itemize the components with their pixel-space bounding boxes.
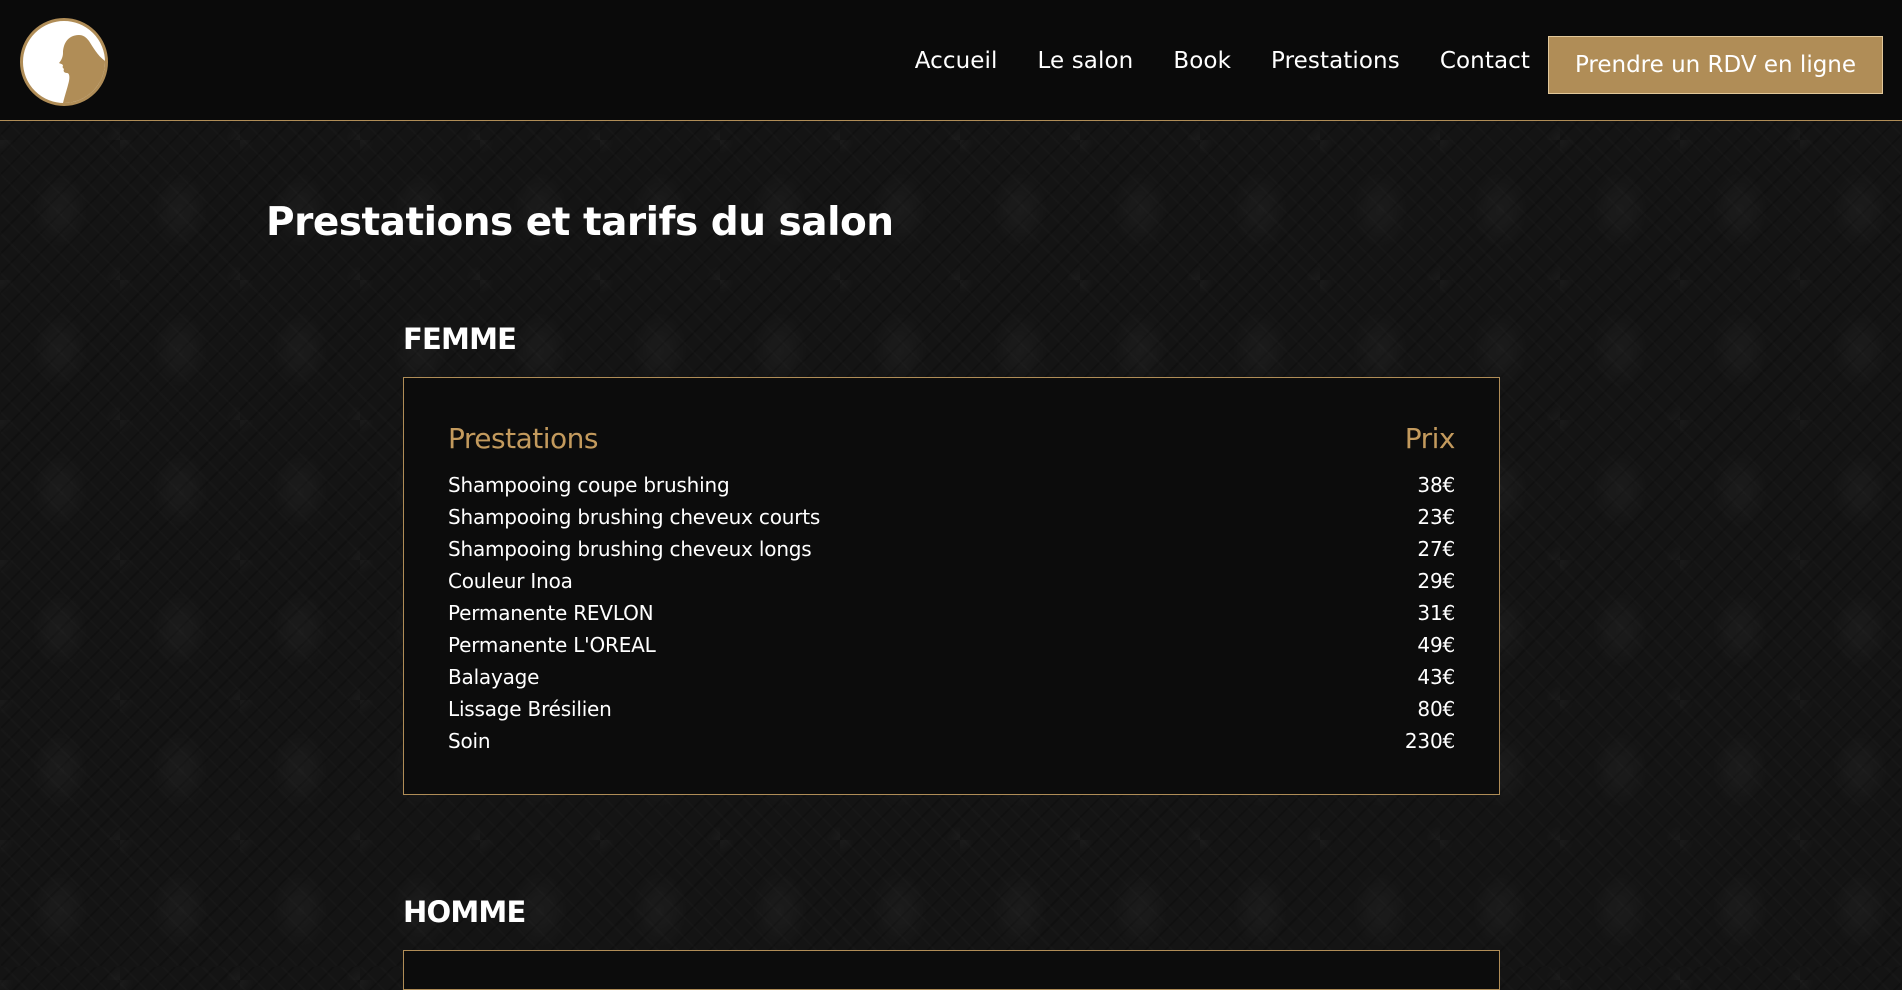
column-header-price: Prix — [1404, 422, 1456, 455]
service-price: 80€ — [1417, 697, 1455, 721]
column-header-service: Prestations — [448, 422, 598, 455]
service-price: 29€ — [1417, 569, 1455, 593]
table-row: Permanente L'OREAL 49€ — [448, 633, 1455, 665]
table-row: Couleur Inoa 29€ — [448, 569, 1455, 601]
table-row: Shampooing brushing cheveux longs 27€ — [448, 537, 1455, 569]
service-name: Lissage Brésilien — [448, 697, 612, 721]
price-list: Shampooing coupe brushing 38€ Shampooing… — [448, 473, 1455, 761]
book-appointment-button[interactable]: Prendre un RDV en ligne — [1548, 36, 1883, 94]
woman-profile-icon — [59, 35, 105, 103]
table-row: Permanente REVLON 31€ — [448, 601, 1455, 633]
nav-link-book[interactable]: Book — [1173, 48, 1231, 74]
service-name: Balayage — [448, 665, 540, 689]
price-table-femme: Prestations Prix Shampooing coupe brushi… — [403, 377, 1500, 795]
service-price: 49€ — [1417, 633, 1455, 657]
price-table-header: Prestations Prix — [448, 422, 1456, 462]
table-row: Lissage Brésilien 80€ — [448, 697, 1455, 729]
service-name: Shampooing brushing cheveux courts — [448, 505, 821, 529]
service-name: Shampooing brushing cheveux longs — [448, 537, 812, 561]
service-name: Permanente REVLON — [448, 601, 654, 625]
service-name: Couleur Inoa — [448, 569, 573, 593]
nav-link-prestations[interactable]: Prestations — [1271, 48, 1400, 74]
main-nav: Accueil Le salon Book Prestations Contac… — [875, 0, 1530, 121]
service-name: Shampooing coupe brushing — [448, 473, 730, 497]
table-row: Shampooing brushing cheveux courts 23€ — [448, 505, 1455, 537]
service-price: 31€ — [1417, 601, 1455, 625]
site-header: Accueil Le salon Book Prestations Contac… — [0, 0, 1902, 121]
nav-link-contact[interactable]: Contact — [1440, 48, 1530, 74]
table-row: Soin 230€ — [448, 729, 1455, 761]
nav-link-le-salon[interactable]: Le salon — [1038, 48, 1134, 74]
service-price: 23€ — [1417, 505, 1455, 529]
price-table-homme — [403, 950, 1500, 990]
nav-link-accueil[interactable]: Accueil — [915, 48, 998, 74]
page-title: Prestations et tarifs du salon — [266, 200, 894, 245]
service-price: 230€ — [1404, 729, 1455, 753]
service-price: 27€ — [1417, 537, 1455, 561]
section-title-homme: HOMME — [403, 895, 526, 929]
salon-logo[interactable] — [20, 18, 108, 106]
service-price: 38€ — [1417, 473, 1455, 497]
service-price: 43€ — [1417, 665, 1455, 689]
service-name: Soin — [448, 729, 491, 753]
table-row: Balayage 43€ — [448, 665, 1455, 697]
table-row: Shampooing coupe brushing 38€ — [448, 473, 1455, 505]
service-name: Permanente L'OREAL — [448, 633, 656, 657]
section-title-femme: FEMME — [403, 322, 517, 356]
